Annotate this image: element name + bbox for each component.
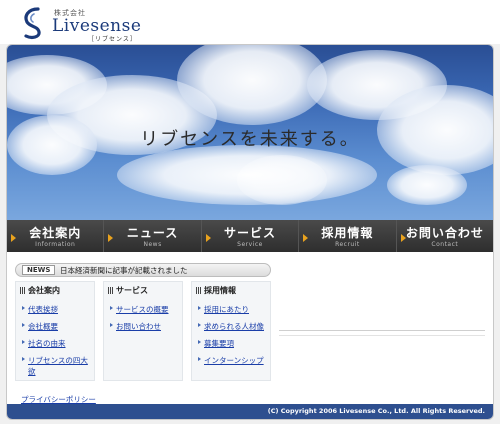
column-heading: 採用情報 [196, 285, 236, 296]
news-headline[interactable]: 日本経済新聞に記事が記載されました [60, 265, 188, 276]
nav-item-service[interactable]: サービス Service [201, 220, 300, 252]
main-frame: リブセンスを未来する。 会社案内 Information ニュース News サ… [6, 44, 494, 420]
nav-sub-label: Information [35, 241, 76, 248]
nav-item-recruit[interactable]: 採用情報 Recruit [299, 220, 397, 252]
brand-kana: ［リブセンス］ [88, 36, 137, 43]
link-list: 代表挨拶 会社概要 社名の由来 リブセンスの四大欲 [22, 304, 94, 376]
list-item: 求められる人材像 [198, 321, 264, 338]
list-item: 募集要項 [198, 338, 264, 355]
site-header: 株式会社 Livesense ［リブセンス］ [0, 0, 500, 44]
column-service: サービス サービスの概要 お問い合わせ [103, 281, 183, 381]
nav-sub-label: Service [237, 241, 263, 248]
news-badge: NEWS [22, 265, 56, 275]
list-item: リブセンスの四大欲 [22, 355, 94, 376]
hero-tagline: リブセンスを未来する。 [140, 129, 360, 150]
nav-item-information[interactable]: 会社案内 Information [7, 220, 105, 252]
link-ideal-candidate[interactable]: 求められる人材像 [204, 322, 264, 331]
list-item: 採用にあたり [198, 304, 264, 321]
livesense-logo-icon[interactable] [18, 6, 48, 40]
list-item: 代表挨拶 [22, 304, 94, 321]
copyright-text: (C) Copyright 2006 Livesense Co., Ltd. A… [267, 407, 485, 415]
cloud-shape [387, 165, 467, 205]
nav-label: サービス [224, 226, 277, 240]
link-recruit-intro[interactable]: 採用にあたり [204, 305, 249, 314]
grip-icon [108, 287, 113, 294]
nav-item-contact[interactable]: お問い合わせ Contact [396, 220, 493, 252]
list-item: お問い合わせ [110, 321, 169, 338]
nav-sub-label: Contact [431, 241, 459, 248]
column-title: サービス [116, 286, 148, 295]
link-company-profile[interactable]: 会社概要 [28, 322, 58, 331]
side-panel [279, 259, 485, 331]
link-list: サービスの概要 お問い合わせ [110, 304, 169, 338]
nav-item-news[interactable]: ニュース News [104, 220, 202, 252]
nav-label: 採用情報 [321, 226, 374, 240]
global-nav: 会社案内 Information ニュース News サービス Service … [7, 220, 493, 252]
link-contact[interactable]: お問い合わせ [116, 322, 161, 331]
grip-icon [196, 287, 201, 294]
column-heading: 会社案内 [20, 285, 60, 296]
link-job-requirements[interactable]: 募集要項 [204, 339, 234, 348]
grip-icon [20, 287, 25, 294]
column-title: 会社案内 [28, 286, 60, 295]
column-heading: サービス [108, 285, 148, 296]
nav-sub-label: Recruit [335, 241, 360, 248]
list-item: 社名の由来 [22, 338, 94, 355]
cloud-shape [117, 145, 377, 205]
column-company: 会社案内 代表挨拶 会社概要 社名の由来 リブセンスの四大欲 [15, 281, 95, 381]
site-footer: (C) Copyright 2006 Livesense Co., Ltd. A… [7, 404, 493, 419]
side-panel-lower [279, 335, 485, 385]
list-item: サービスの概要 [110, 304, 169, 321]
hero-banner: リブセンスを未来する。 [7, 45, 493, 220]
link-four-desires[interactable]: リブセンスの四大欲 [28, 356, 88, 376]
link-internship[interactable]: インターンシップ [204, 356, 264, 365]
news-ticker[interactable]: NEWS 日本経済新聞に記事が記載されました [15, 263, 271, 277]
list-item: 会社概要 [22, 321, 94, 338]
column-title: 採用情報 [204, 286, 236, 295]
brand-name[interactable]: Livesense [52, 16, 141, 36]
nav-label: 会社案内 [29, 226, 82, 240]
link-greeting[interactable]: 代表挨拶 [28, 305, 58, 314]
link-list: 採用にあたり 求められる人材像 募集要項 インターンシップ [198, 304, 264, 372]
column-recruit: 採用情報 採用にあたり 求められる人材像 募集要項 インターンシップ [191, 281, 271, 381]
nav-label: ニュース [126, 226, 179, 240]
nav-label: お問い合わせ [405, 226, 484, 240]
list-item: インターンシップ [198, 355, 264, 372]
link-name-origin[interactable]: 社名の由来 [28, 339, 66, 348]
nav-sub-label: News [143, 241, 162, 248]
link-service-overview[interactable]: サービスの概要 [116, 305, 169, 314]
